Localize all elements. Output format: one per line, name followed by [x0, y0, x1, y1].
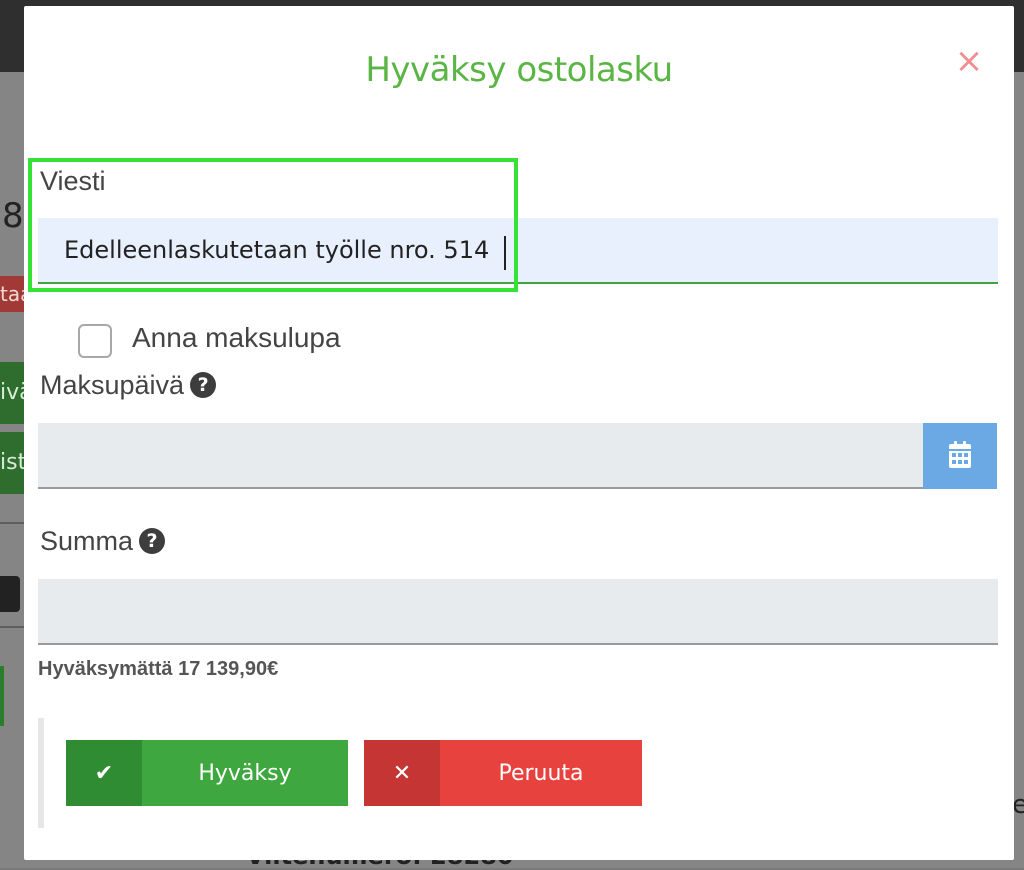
payment-date-label: Maksupäivä?	[40, 370, 217, 401]
sum-label: Summa?	[40, 526, 166, 557]
cancel-button[interactable]: ✕ Peruuta	[364, 740, 642, 806]
message-input[interactable]	[38, 218, 998, 284]
background-number-fragment: 8	[2, 196, 24, 236]
background-green-button-1: ivä	[0, 362, 24, 424]
approve-invoice-modal: Hyväksy ostolasku × Viesti Anna maksulup…	[24, 6, 1014, 860]
text-caret	[504, 236, 506, 270]
payment-permission-checkbox[interactable]	[78, 324, 112, 358]
payment-permission-label: Anna maksulupa	[132, 322, 341, 353]
question-circle-icon[interactable]: ?	[190, 372, 217, 398]
background-red-tag: taa	[0, 276, 24, 312]
background-green-button-2: ist	[0, 432, 24, 494]
actions-side-bar	[38, 718, 44, 828]
sum-input[interactable]	[38, 579, 998, 645]
modal-title: Hyväksy ostolasku	[365, 50, 673, 90]
check-icon: ✔	[66, 740, 142, 806]
payment-date-input[interactable]	[38, 423, 923, 489]
background-green-bar	[0, 666, 4, 726]
question-circle-icon[interactable]: ?	[139, 528, 166, 554]
sum-label-text: Summa	[40, 526, 134, 556]
approve-button-label: Hyväksy	[198, 760, 292, 786]
background-divider	[0, 522, 24, 524]
background-dark-button	[0, 576, 20, 612]
approve-button[interactable]: ✔ Hyväksy	[66, 740, 348, 806]
close-icon: ✕	[364, 740, 440, 806]
close-icon[interactable]: ×	[952, 44, 986, 78]
payment-date-label-text: Maksupäivä	[40, 370, 185, 400]
remaining-amount-text: Hyväksymättä 17 139,90€	[38, 658, 279, 680]
background-divider-2	[0, 626, 24, 628]
message-label: Viesti	[40, 166, 106, 196]
calendar-icon	[949, 441, 971, 468]
cancel-button-label: Peruuta	[498, 760, 584, 786]
calendar-button[interactable]	[923, 423, 997, 489]
